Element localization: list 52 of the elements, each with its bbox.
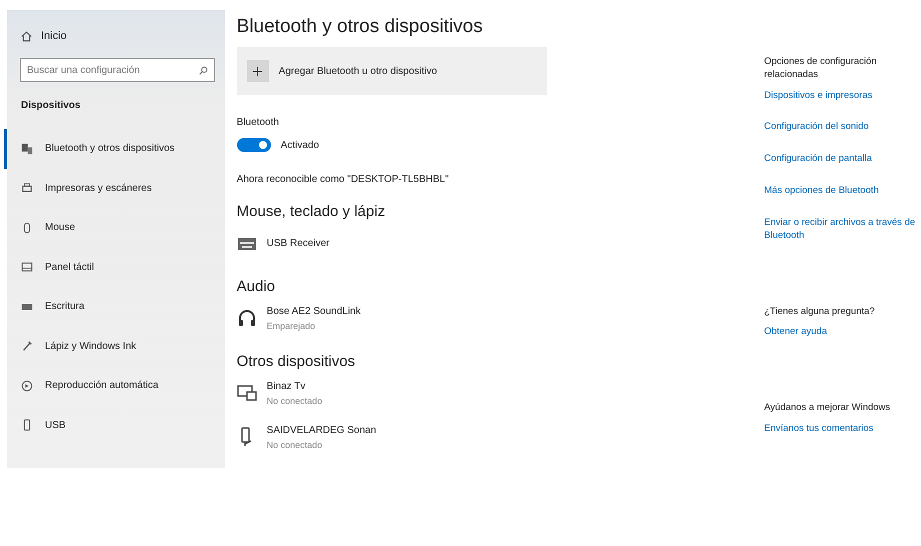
group-heading: Mouse, teclado y lápiz bbox=[236, 203, 386, 220]
device-status: No conectado bbox=[266, 440, 324, 450]
group-heading: Audio bbox=[236, 278, 276, 295]
pen-icon bbox=[21, 340, 33, 352]
nav-item[interactable]: Mouse bbox=[4, 208, 225, 248]
device-name: USB Receiver bbox=[266, 238, 330, 248]
bluetooth-label: Bluetooth bbox=[236, 117, 280, 128]
nav-item[interactable]: Reproducción automática bbox=[4, 366, 225, 406]
settings-link[interactable]: Configuración del sonido bbox=[764, 121, 869, 134]
bluetooth-toggle[interactable] bbox=[236, 138, 271, 152]
search-icon bbox=[198, 66, 208, 75]
page-title: Bluetooth y otros dispositivos bbox=[236, 16, 484, 38]
printer-icon bbox=[21, 182, 33, 194]
device-item[interactable]: Binaz Tv No conectado bbox=[236, 378, 716, 408]
device-status: Emparejado bbox=[266, 320, 316, 330]
device-name: SAIDVELARDEG Sonan bbox=[266, 424, 376, 436]
settings-link[interactable]: Configuración de pantalla bbox=[764, 153, 872, 166]
device-item[interactable]: Bose AE2 SoundLink Emparejado bbox=[236, 303, 716, 333]
settings-link[interactable]: Dispositivos e impresoras bbox=[764, 90, 872, 102]
add-device-button[interactable]: Agregar Bluetooth u otro dispositivo bbox=[236, 47, 547, 95]
autoplay-icon bbox=[21, 380, 33, 392]
mouse-icon bbox=[21, 222, 33, 234]
usb-icon bbox=[21, 419, 33, 432]
discoverable-text: Ahora reconocible como "DESKTOP-TL5BHBL" bbox=[236, 174, 450, 185]
device-item[interactable]: SAIDVELARDEG Sonan No conectado bbox=[236, 422, 716, 452]
settings-link[interactable]: Enviar o recibir archivos a través de Bluetooth bbox=[764, 216, 921, 242]
help-heading: ¿Tienes alguna pregunta? bbox=[764, 306, 875, 318]
home-icon bbox=[21, 30, 32, 42]
related-heading: Opciones de configuración relacionadas bbox=[764, 56, 878, 82]
plus-icon bbox=[246, 60, 269, 82]
nav-item[interactable]: Lápiz y Windows Ink bbox=[4, 326, 225, 366]
help-heading: Ayúdanos a mejorar Windows bbox=[764, 402, 890, 415]
nav-item[interactable]: Panel táctil bbox=[4, 248, 225, 287]
touchpad-icon bbox=[21, 261, 33, 274]
nav-item[interactable]: Bluetooth y otros dispositivos bbox=[4, 129, 225, 168]
device-status: No conectado bbox=[266, 396, 322, 406]
group-heading: Otros dispositivos bbox=[236, 353, 356, 370]
device-item[interactable]: USB Receiver bbox=[236, 228, 716, 258]
settings-link[interactable]: Más opciones de Bluetooth bbox=[764, 185, 879, 198]
section-heading: Dispositivos bbox=[20, 100, 82, 111]
search-field[interactable]: Buscar una configuración bbox=[20, 58, 215, 82]
nav-item[interactable]: Impresoras y escáneres bbox=[4, 168, 225, 208]
home-link[interactable]: Inicio bbox=[7, 26, 225, 46]
tv-icon bbox=[236, 383, 257, 403]
headphones-icon bbox=[236, 308, 257, 328]
device-name: Binaz Tv bbox=[266, 380, 306, 392]
nav-item[interactable]: Escritura bbox=[4, 287, 225, 326]
nav-item[interactable]: USB bbox=[4, 406, 225, 445]
device-name: Bose AE2 SoundLink bbox=[266, 306, 361, 316]
help-link[interactable]: Envíanos tus comentarios bbox=[764, 422, 874, 436]
help-link[interactable]: Obtener ayuda bbox=[764, 326, 827, 340]
toggle-state: Activado bbox=[280, 140, 320, 150]
